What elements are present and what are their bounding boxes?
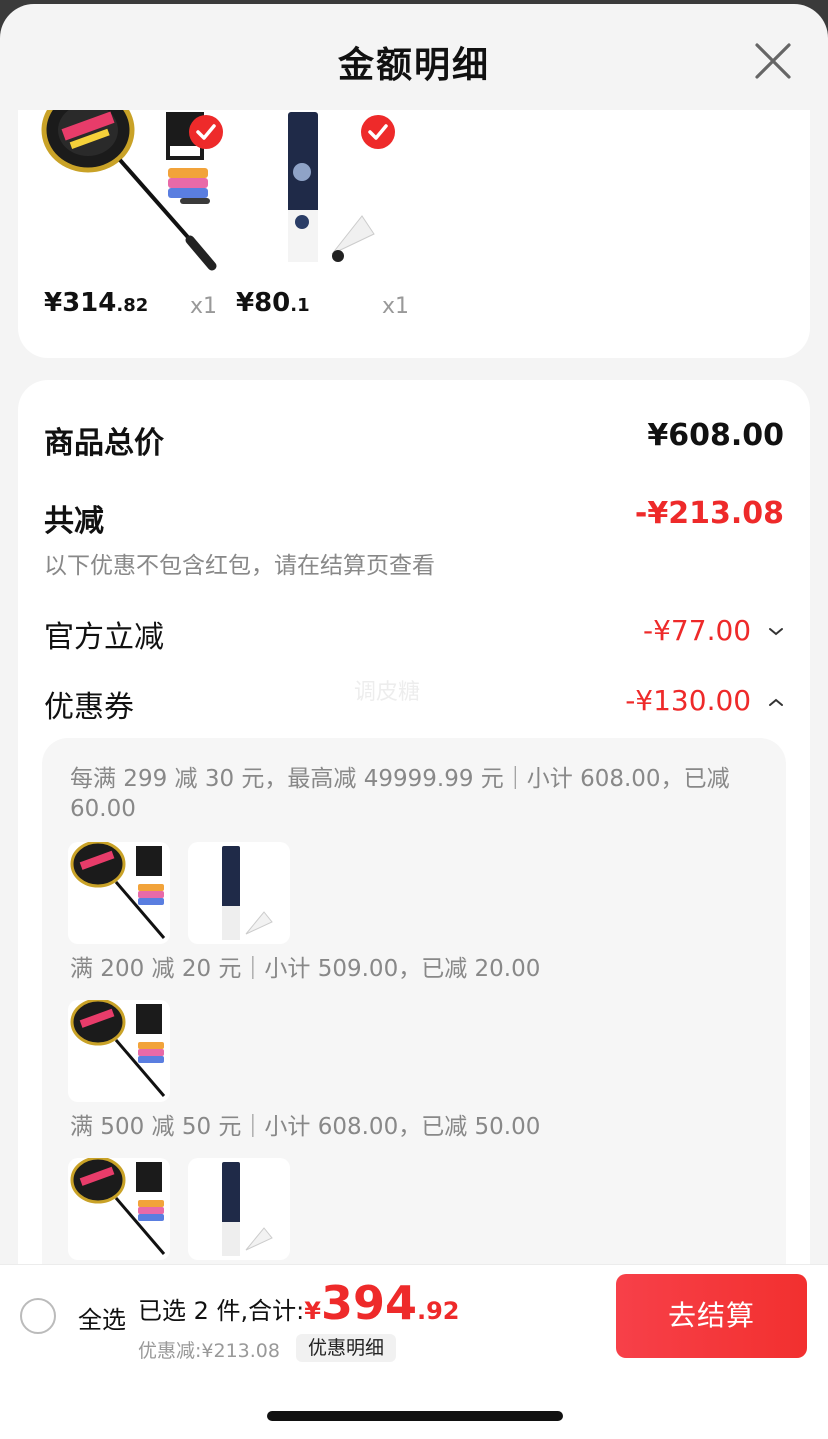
official-reduce-value: -¥77.00	[643, 614, 752, 647]
close-icon	[755, 43, 791, 79]
discount-summary: 优惠减:¥213.08	[138, 1340, 280, 1362]
product-price: ¥80.1	[236, 288, 310, 318]
badminton-racket-image	[70, 1000, 166, 1097]
selected-count-text: 已选 2 件,合计:	[138, 1297, 305, 1325]
checked-icon[interactable]	[188, 114, 224, 150]
coupon-row[interactable]: -¥130.00	[625, 684, 784, 717]
coupon-rules-box: 每满 299 减 30 元，最高减 49999.99 元｜小计 608.00，已…	[42, 738, 786, 1298]
discount-note: 以下优惠不包含红包，请在结算页查看	[44, 553, 435, 579]
official-reduce-label: 官方立减	[44, 620, 164, 655]
close-button[interactable]	[750, 38, 796, 84]
sheet-header: 金额明细	[0, 4, 828, 110]
coupon-value: -¥130.00	[625, 684, 752, 717]
currency-symbol: ¥	[304, 1297, 321, 1325]
coupon-rule-text: 每满 299 减 30 元，最高减 49999.99 元｜小计 608.00，已…	[70, 766, 730, 792]
product-quantity: x1	[190, 294, 218, 319]
shuttlecock-thumbnail	[188, 1158, 290, 1260]
product-item[interactable]: ¥80.1 x1	[232, 110, 422, 350]
home-indicator-area	[0, 1366, 828, 1439]
product-price: ¥314.82	[44, 288, 149, 318]
total-reduce-value: -¥213.08	[634, 496, 784, 531]
chevron-down-icon	[769, 628, 783, 636]
order-total: 已选 2 件,合计:¥394.92	[138, 1276, 460, 1330]
total-price-value: ¥608.00	[647, 418, 784, 453]
amount-detail-sheet: 金额明细 ¥314.82 x1 ¥80.1 x1 商品总价 ¥608.00 共减…	[0, 4, 828, 1439]
shuttlecock-thumbnail	[188, 842, 290, 944]
total-decimal: .92	[416, 1297, 460, 1325]
racket-thumbnail	[68, 1158, 170, 1260]
select-all-label[interactable]: 全选	[78, 1300, 126, 1335]
total-integer: 394	[320, 1276, 417, 1330]
coupon-rule-text: 60.00	[70, 796, 136, 822]
sheet-title: 金额明细	[337, 45, 490, 86]
racket-thumbnail	[68, 1000, 170, 1102]
shuttlecock-tube-image	[222, 1162, 273, 1256]
shuttlecock-tube-image	[222, 846, 273, 940]
badminton-racket-image	[70, 1158, 166, 1255]
badminton-racket-image	[70, 842, 166, 939]
total-price-label: 商品总价	[44, 426, 164, 461]
coupon-label: 优惠券	[44, 690, 134, 725]
product-item[interactable]: ¥314.82 x1	[40, 110, 230, 350]
select-all-radio[interactable]	[20, 1298, 56, 1334]
checked-icon[interactable]	[360, 114, 396, 150]
product-quantity: x1	[382, 294, 410, 319]
home-indicator[interactable]	[267, 1411, 563, 1421]
coupon-rule-text: 满 200 减 20 元｜小计 509.00，已减 20.00	[70, 956, 541, 982]
checkout-button[interactable]: 去结算	[616, 1274, 807, 1358]
selected-products-card: ¥314.82 x1 ¥80.1 x1	[18, 110, 810, 358]
discount-detail-button[interactable]: 优惠明细	[296, 1334, 397, 1362]
racket-thumbnail	[68, 842, 170, 944]
chevron-up-icon	[769, 698, 783, 706]
total-reduce-label: 共减	[44, 504, 104, 539]
watermark: 调皮糖	[354, 680, 421, 705]
official-reduce-row[interactable]: -¥77.00	[643, 614, 784, 647]
coupon-rule-text: 满 500 减 50 元｜小计 608.00，已减 50.00	[70, 1114, 541, 1140]
